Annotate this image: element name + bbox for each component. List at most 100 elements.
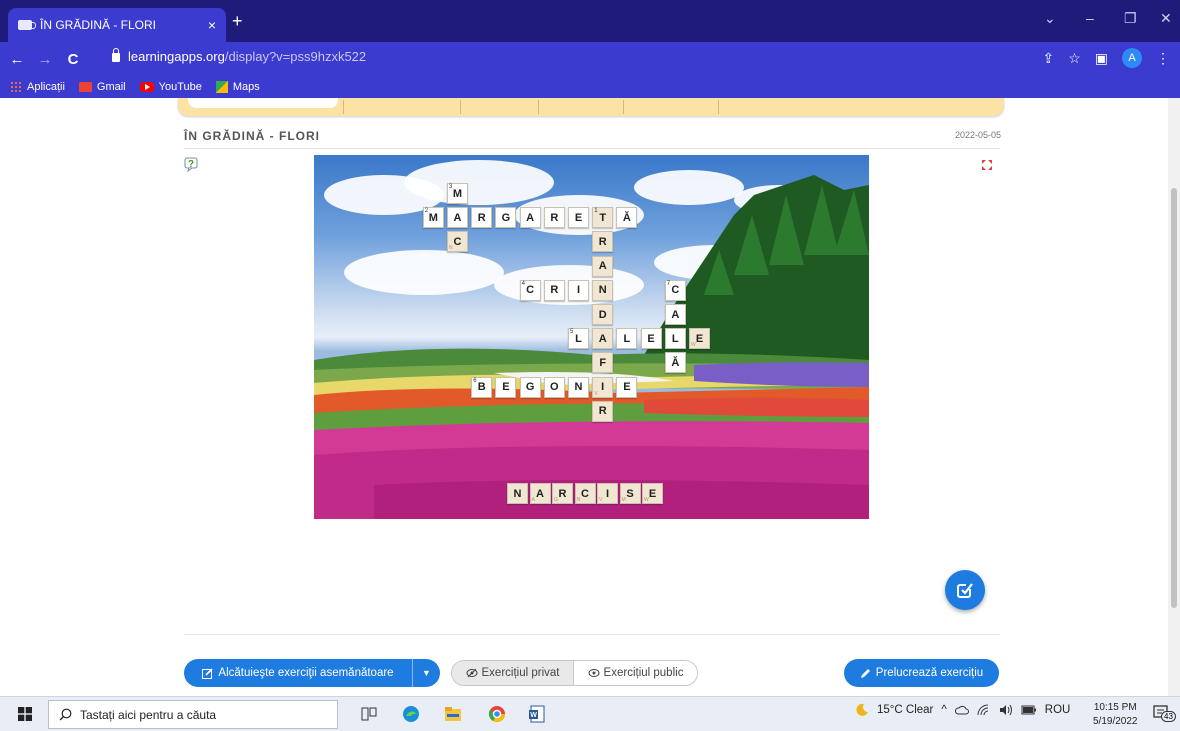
- bookmark-apps[interactable]: Aplicații: [10, 81, 65, 93]
- crossword-cell[interactable]: Ă: [664, 352, 686, 374]
- crossword-cell[interactable]: A: [447, 207, 468, 229]
- edit-exercise-button[interactable]: Prelucrează exercițiu: [844, 659, 999, 687]
- forward-button[interactable]: →: [34, 51, 56, 68]
- notification-center-button[interactable]: 43: [1153, 705, 1176, 723]
- cell-letter: R: [550, 211, 559, 224]
- close-window-button[interactable]: ✕: [1160, 10, 1172, 27]
- draggable-letter-tile[interactable]: CN: [574, 483, 596, 504]
- file-explorer-icon[interactable]: [444, 705, 462, 723]
- scrollbar-thumb[interactable]: [1171, 188, 1177, 608]
- public-exercise-option[interactable]: Exercițiul public: [574, 661, 697, 685]
- weather-text[interactable]: 15°C Clear: [877, 704, 933, 716]
- edge-browser-icon[interactable]: [402, 705, 420, 723]
- crossword-cell[interactable]: Ă: [616, 207, 638, 229]
- crossword-cell[interactable]: E: [568, 207, 589, 229]
- input-language[interactable]: ROU: [1045, 704, 1071, 716]
- help-question-icon[interactable]: ?: [184, 156, 200, 172]
- crossword-cell[interactable]: N: [592, 279, 614, 301]
- check-answers-button[interactable]: [945, 570, 985, 610]
- bookmark-gmail[interactable]: Gmail: [78, 81, 126, 93]
- task-view-icon[interactable]: [360, 705, 378, 723]
- crossword-cell[interactable]: F: [592, 352, 614, 374]
- crossword-cell[interactable]: R: [543, 279, 565, 301]
- draggable-letter-tile[interactable]: AA: [529, 483, 551, 504]
- crossword-cell[interactable]: O: [543, 376, 565, 398]
- crossword-cell[interactable]: B6: [471, 376, 493, 398]
- crossword-cell[interactable]: R: [592, 231, 614, 253]
- crossword-cell[interactable]: T1: [592, 207, 614, 229]
- draggable-letter-tile[interactable]: IV: [597, 483, 618, 504]
- draggable-letter-tile[interactable]: RG: [552, 483, 573, 504]
- crossword-cell[interactable]: IV: [592, 376, 614, 398]
- crossword-cell[interactable]: N: [568, 376, 589, 398]
- crossword-cell[interactable]: C7: [664, 279, 686, 301]
- battery-icon[interactable]: [1021, 705, 1037, 715]
- chrome-icon[interactable]: [488, 705, 506, 723]
- maximize-button[interactable]: ❐: [1124, 10, 1137, 27]
- page-scrollbar[interactable]: [1168, 98, 1180, 696]
- wifi-icon[interactable]: [977, 704, 991, 716]
- crossword-cell[interactable]: L: [664, 328, 686, 350]
- moon-weather-icon[interactable]: [855, 703, 869, 717]
- profile-avatar[interactable]: A: [1122, 48, 1142, 68]
- gmail-icon: [78, 82, 92, 92]
- minimize-button[interactable]: –: [1086, 10, 1094, 26]
- fullscreen-icon[interactable]: [982, 160, 992, 170]
- side-panel-icon[interactable]: ▣: [1095, 50, 1108, 67]
- chevron-down-icon[interactable]: ▼: [412, 659, 440, 687]
- crossword-cell[interactable]: L: [616, 328, 638, 350]
- taskbar-search-input[interactable]: Tastați aici pentru a căuta: [48, 700, 338, 729]
- back-button[interactable]: ←: [6, 51, 28, 68]
- crossword-cell[interactable]: R: [543, 207, 565, 229]
- bookmark-youtube[interactable]: YouTube: [139, 81, 202, 93]
- crossword-cell[interactable]: G: [495, 207, 517, 229]
- new-tab-button[interactable]: +: [232, 12, 243, 30]
- crossword-cell[interactable]: R: [471, 207, 493, 229]
- draggable-letter-tile[interactable]: SM: [619, 483, 641, 504]
- crossword-cell[interactable]: I: [568, 279, 589, 301]
- reload-button[interactable]: C: [62, 51, 84, 68]
- crossword-cell[interactable]: M3: [447, 183, 468, 204]
- private-exercise-option[interactable]: Exercițiul privat: [452, 661, 574, 685]
- windows-start-icon[interactable]: [18, 707, 32, 721]
- tab-search-chevron-icon[interactable]: ⌄: [1044, 10, 1056, 27]
- crossword-cell[interactable]: C4: [519, 279, 541, 301]
- share-icon[interactable]: ⇪: [1042, 50, 1054, 67]
- crossword-cell[interactable]: R: [592, 400, 614, 422]
- address-bar[interactable]: learningapps.org/display?v=pss9hzxk522: [112, 48, 366, 64]
- crossword-cell[interactable]: L5: [568, 328, 589, 350]
- crossword-cell[interactable]: D: [592, 304, 614, 325]
- crossword-cell[interactable]: A: [592, 255, 614, 277]
- eye-icon: [588, 669, 600, 677]
- chevron-up-icon[interactable]: ^: [941, 704, 946, 716]
- volume-icon[interactable]: [999, 704, 1013, 716]
- crossword-cell[interactable]: EW: [689, 328, 710, 350]
- crossword-cell[interactable]: A: [592, 328, 614, 350]
- tile-hint-letter: A: [531, 497, 535, 503]
- browser-tab[interactable]: ÎN GRĂDINĂ - FLORI ×: [8, 8, 226, 42]
- word-document-icon[interactable]: W: [528, 705, 546, 723]
- cell-letter: C: [671, 284, 680, 297]
- crossword-cell[interactable]: E: [616, 376, 638, 398]
- crossword-cell[interactable]: M2: [422, 207, 444, 229]
- crossword-game-area[interactable]: M3M2ARGARET1ĂCNRAC4RINC7DAL5ALELEWFĂB6EG…: [314, 155, 869, 519]
- crossword-cell[interactable]: E: [495, 376, 517, 398]
- crossword-cell[interactable]: A: [664, 304, 686, 325]
- crossword-cell[interactable]: E: [640, 328, 662, 350]
- browser-menu-icon[interactable]: ⋮: [1156, 50, 1170, 67]
- taskbar-clock[interactable]: 10:15 PM 5/19/2022: [1093, 701, 1138, 729]
- draggable-letter-tile[interactable]: EW: [642, 483, 663, 504]
- crossword-cell[interactable]: G: [519, 376, 541, 398]
- tile-hint-letter: N: [576, 497, 581, 503]
- create-similar-exercises-button[interactable]: Alcătuieşte exerciţii asemănătoare ▼: [184, 659, 440, 687]
- bookmark-star-icon[interactable]: ☆: [1068, 50, 1081, 67]
- crossword-cell[interactable]: CN: [447, 231, 468, 253]
- cell-letter: G: [501, 211, 511, 224]
- draggable-letter-tile[interactable]: N: [507, 483, 528, 504]
- browser-tab-bar: ÎN GRĂDINĂ - FLORI × + ⌄ – ❐ ✕: [0, 0, 1180, 42]
- onedrive-cloud-icon[interactable]: [954, 705, 969, 715]
- site-search-input[interactable]: [188, 98, 338, 108]
- bookmark-maps[interactable]: Maps: [215, 81, 260, 93]
- crossword-cell[interactable]: A: [519, 207, 541, 229]
- tab-close-icon[interactable]: ×: [208, 17, 216, 33]
